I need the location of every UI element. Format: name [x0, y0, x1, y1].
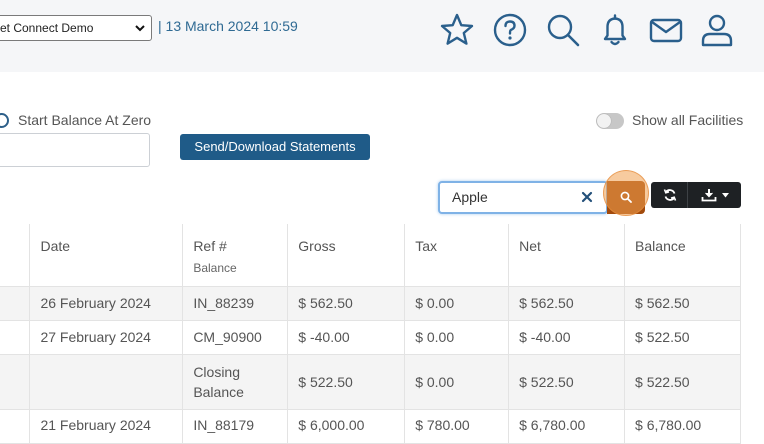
download-icon[interactable]	[701, 188, 717, 202]
profile-button[interactable]	[698, 11, 736, 49]
column-header-gross[interactable]: Gross	[287, 224, 406, 287]
company-select[interactable]: et Connect Demo	[0, 15, 152, 41]
cell-ref: CM_90900	[182, 320, 289, 355]
global-search-button[interactable]	[544, 11, 582, 49]
row-select-cell	[0, 320, 31, 355]
mail-icon	[649, 18, 683, 43]
cell-date	[29, 354, 184, 410]
cell-balance: $ 6,780.00	[624, 409, 741, 444]
favorites-button[interactable]	[438, 11, 476, 49]
cell-date: 26 February 2024	[29, 286, 184, 321]
cell-net: $ 6,780.00	[508, 409, 626, 444]
scrolled-row-text: Balance	[193, 261, 237, 275]
help-icon	[493, 13, 527, 47]
cell-balance: $ 522.50	[624, 354, 741, 410]
cell-gross: $ 522.50	[287, 354, 406, 410]
bell-icon	[603, 14, 627, 46]
text-input[interactable]	[0, 133, 150, 167]
column-header-balance[interactable]: Balance	[624, 224, 741, 287]
cell-net: $ 522.50	[508, 354, 626, 410]
table-row[interactable]: 26 February 2024 IN_88239 $ 562.50 $ 0.0…	[0, 286, 741, 321]
cell-ref: IN_88179	[182, 409, 289, 444]
user-icon	[701, 14, 733, 47]
clear-search-icon[interactable]	[580, 190, 594, 204]
column-header-net[interactable]: Net	[508, 224, 626, 287]
table-header-row: Date Ref # Balance Gross Tax Net Balance	[0, 224, 741, 287]
cell-date: 21 February 2024	[29, 409, 184, 444]
messages-button[interactable]	[647, 11, 685, 49]
notifications-button[interactable]	[596, 11, 634, 49]
cell-tax: $ 0.00	[404, 320, 510, 355]
column-header-ref[interactable]: Ref # Balance	[182, 224, 289, 287]
cell-date: 27 February 2024	[29, 320, 184, 355]
search-icon	[620, 191, 632, 203]
cell-tax: $ 780.00	[404, 409, 510, 444]
column-header-date[interactable]: Date	[29, 224, 184, 287]
statement-table: Date Ref # Balance Gross Tax Net Balance …	[0, 224, 741, 444]
divider	[687, 182, 688, 208]
row-select-cell	[0, 354, 31, 410]
toggle-knob	[597, 114, 611, 128]
chevron-down-icon	[135, 25, 145, 32]
table-actions-group	[651, 182, 741, 208]
table-row[interactable]: 27 February 2024 CM_90900 $ -40.00 $ 0.0…	[0, 320, 741, 355]
table-row[interactable]: Closing Balance $ 522.50 $ 0.00 $ 522.50…	[0, 354, 741, 410]
cell-gross: $ -40.00	[287, 320, 406, 355]
column-header-ref-label: Ref #	[193, 238, 227, 254]
start-balance-label: Start Balance At Zero	[18, 112, 152, 128]
company-select-value: et Connect Demo	[0, 21, 94, 35]
cell-tax: $ 0.00	[404, 354, 510, 410]
column-header-select	[0, 224, 31, 287]
cell-tax: $ 0.00	[404, 286, 510, 321]
cell-balance: $ 562.50	[624, 286, 741, 321]
current-datetime: | 13 March 2024 10:59	[158, 18, 298, 34]
help-button[interactable]	[491, 11, 529, 49]
cell-gross: $ 562.50	[287, 286, 406, 321]
send-download-statements-button[interactable]: Send/Download Statements	[180, 134, 370, 160]
row-select-cell	[0, 286, 31, 321]
search-icon	[547, 14, 580, 47]
cell-ref: Closing Balance	[182, 354, 289, 410]
cell-net: $ 562.50	[508, 286, 626, 321]
refresh-icon[interactable]	[663, 188, 677, 202]
cell-ref: IN_88239	[182, 286, 289, 321]
top-bar: et Connect Demo | 13 March 2024 10:59	[0, 0, 764, 72]
search-submit-button[interactable]	[603, 170, 649, 216]
cell-net: $ -40.00	[508, 320, 626, 355]
cell-gross: $ 6,000.00	[287, 409, 406, 444]
show-all-facilities-label: Show all Facilities	[632, 112, 744, 128]
star-icon	[440, 13, 474, 45]
start-balance-radio[interactable]	[0, 113, 9, 128]
caret-down-icon[interactable]	[722, 193, 729, 198]
cell-balance: $ 522.50	[624, 320, 741, 355]
show-all-facilities-toggle[interactable]	[596, 113, 624, 129]
column-header-tax[interactable]: Tax	[404, 224, 510, 287]
table-row[interactable]: 21 February 2024 IN_88179 $ 6,000.00 $ 7…	[0, 409, 741, 444]
row-select-cell	[0, 409, 31, 444]
